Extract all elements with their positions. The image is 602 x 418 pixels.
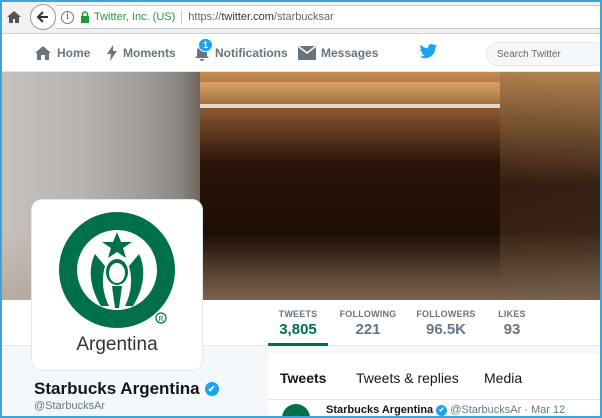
search-input[interactable]: Search Twitter: [486, 42, 602, 66]
coffee-crema: [200, 82, 500, 106]
profile-handle[interactable]: @StarbucksAr: [34, 400, 105, 412]
tab-tweets[interactable]: Tweets: [280, 370, 326, 386]
nav-notifications-label: Notifications: [215, 46, 288, 60]
tweet-item[interactable]: Starbucks Argentina ✔ @StarbucksAr · Mar…: [268, 400, 602, 418]
tweet-avatar[interactable]: [282, 404, 310, 418]
nav-messages-label: Messages: [321, 46, 379, 60]
tweet-date[interactable]: Mar 12: [531, 404, 565, 416]
nav-moments[interactable]: Moments: [106, 34, 176, 72]
tab-media[interactable]: Media: [484, 370, 522, 386]
stat-tweets[interactable]: TWEETS 3,805: [268, 300, 328, 346]
info-icon[interactable]: i: [61, 10, 74, 24]
stat-likes-value: 93: [503, 321, 521, 338]
logo-country-text: Argentina: [76, 334, 158, 355]
back-arrow-icon: [36, 11, 48, 23]
address-bar[interactable]: i Twitter, Inc. (US) https://twitter.com…: [56, 5, 602, 29]
stat-following-label: FOLLOWING: [339, 309, 397, 319]
timeline-tabs: Tweets Tweets & replies Media: [268, 354, 602, 400]
stat-tweets-value: 3,805: [279, 321, 317, 338]
nav-home-label: Home: [57, 46, 91, 60]
stat-following-value: 221: [355, 321, 381, 338]
profile-name-text: Starbucks Argentina: [34, 379, 200, 398]
notifications-badge: 1: [198, 38, 214, 52]
glass-rim-line: [200, 104, 500, 108]
stat-likes-label: LIKES: [498, 309, 526, 319]
home-icon: [35, 46, 51, 60]
home-icon[interactable]: [6, 9, 22, 25]
stat-followers-label: FOLLOWERS: [416, 309, 476, 319]
stat-likes[interactable]: LIKES 93: [494, 300, 530, 346]
url-host: twitter.com: [221, 11, 274, 23]
back-button[interactable]: [30, 4, 56, 30]
envelope-icon: [298, 46, 316, 60]
browser-toolbar: i Twitter, Inc. (US) https://twitter.com…: [0, 0, 602, 34]
url-scheme: https://: [188, 11, 222, 23]
profile-name[interactable]: Starbucks Argentina ✔: [34, 379, 219, 399]
tweet-header: Starbucks Argentina ✔ @StarbucksAr · Mar…: [326, 404, 565, 416]
profile-avatar[interactable]: R Argentina: [32, 200, 202, 370]
stat-followers[interactable]: FOLLOWERS 96.5K: [414, 300, 478, 346]
stat-followers-value: 96.5K: [425, 321, 467, 338]
twitter-bird-icon[interactable]: [418, 43, 438, 66]
certificate-label[interactable]: Twitter, Inc. (US): [94, 11, 175, 23]
address-separator: [181, 10, 183, 24]
verified-badge-icon: ✔: [436, 404, 448, 416]
url-text[interactable]: https://twitter.com/starbucksar: [188, 11, 334, 23]
verified-badge-icon: ✔: [204, 382, 219, 396]
nav-messages[interactable]: Messages: [298, 34, 378, 72]
nav-notifications[interactable]: 1 Notifications: [194, 34, 288, 72]
stat-following[interactable]: FOLLOWING 221: [336, 300, 400, 346]
lightning-icon: [107, 45, 117, 61]
stat-tweets-label: TWEETS: [278, 309, 318, 319]
starbucks-siren-logo: R: [59, 212, 175, 328]
tweet-separator: ·: [524, 404, 528, 416]
svg-text:R: R: [158, 316, 163, 323]
url-path: /starbucksar: [273, 11, 334, 23]
nav-home[interactable]: Home: [34, 34, 90, 72]
tab-tweets-replies[interactable]: Tweets & replies: [356, 370, 459, 386]
tweet-author[interactable]: Starbucks Argentina: [326, 404, 433, 416]
twitter-top-nav: Home Moments 1 Notifications Messages Se…: [0, 34, 602, 72]
nav-moments-label: Moments: [123, 46, 176, 60]
tweet-handle[interactable]: @StarbucksAr: [450, 404, 521, 416]
lock-icon: [80, 11, 90, 23]
